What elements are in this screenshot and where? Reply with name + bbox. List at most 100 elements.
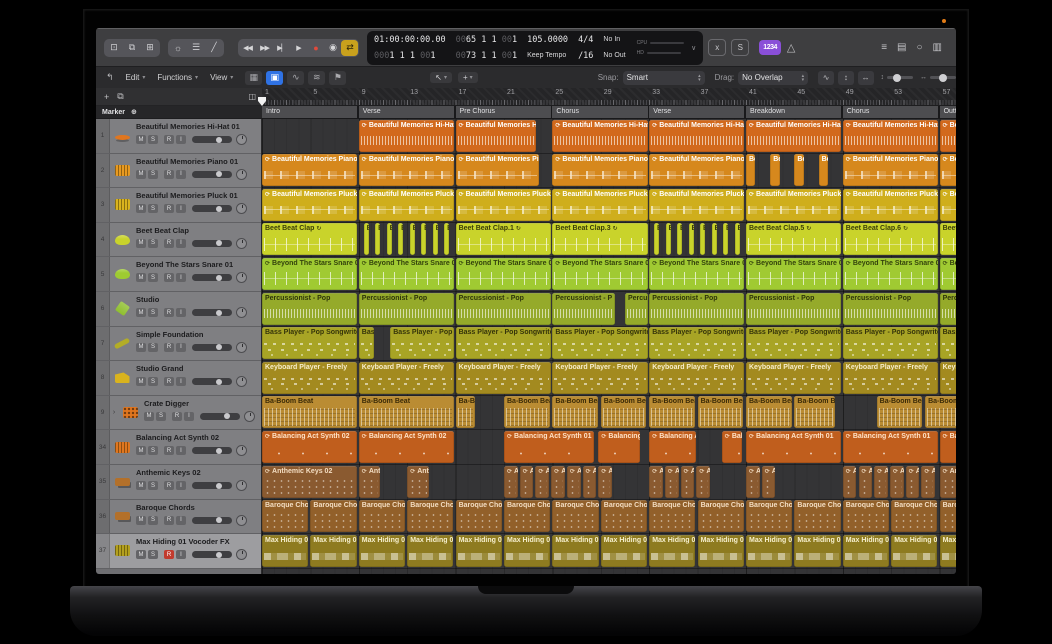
region[interactable]: Keyboar	[940, 362, 956, 394]
mute-button[interactable]: M	[136, 308, 146, 317]
section-marker[interactable]: Chorus	[552, 106, 647, 118]
region[interactable]: ⟳Beautiful Memories Piano 01.1	[359, 154, 454, 186]
play-button[interactable]: ▶	[290, 40, 307, 56]
region[interactable]: Max Hiding 01 V	[359, 535, 405, 567]
region[interactable]: Bass Player - Pop Songwriter	[649, 327, 744, 359]
volume-slider[interactable]	[192, 309, 232, 316]
horizontal-zoom-slider[interactable]: ↔	[920, 74, 956, 81]
add-track-button[interactable]: +	[104, 92, 109, 102]
track-name[interactable]: Beautiful Memories Hi-Hat 01	[136, 122, 259, 131]
record-enable-button[interactable]: R	[164, 308, 174, 317]
pan-knob[interactable]	[236, 445, 247, 456]
volume-slider[interactable]	[192, 274, 232, 281]
region[interactable]: Ba-Boom Beat	[601, 396, 647, 428]
record-enable-button[interactable]: R	[164, 273, 174, 282]
track-name[interactable]: Studio	[136, 295, 259, 304]
region[interactable]: Percussionist - Pop	[746, 293, 841, 325]
region[interactable]: B	[723, 223, 728, 255]
track-header[interactable]: 5Beyond The Stars Snare 01MSRI	[96, 257, 262, 292]
region[interactable]: B	[654, 223, 659, 255]
region[interactable]: ⟳Beautiful Memories Pluck 02	[456, 189, 551, 221]
region[interactable]: Baroque Chords	[794, 500, 840, 532]
region[interactable]: ⟳Beautiful Memories Piano 02	[552, 154, 647, 186]
region[interactable]: Max Hiding 01 V	[310, 535, 356, 567]
solo-button[interactable]: S	[148, 446, 158, 455]
region[interactable]: Baroque Chords	[504, 500, 550, 532]
region[interactable]: ⟳Beautiful Memories Pluck 02.3	[746, 189, 841, 221]
region[interactable]: Ba-Boom Beat	[649, 396, 695, 428]
region[interactable]: Ba-Boom Beat	[359, 396, 454, 428]
region[interactable]: Baroque Chords	[843, 500, 889, 532]
flex-icon[interactable]: ≋	[308, 71, 325, 85]
pan-knob[interactable]	[236, 203, 247, 214]
region[interactable]: ⟳Anthe	[696, 466, 710, 498]
region[interactable]: Max Hiding 01 V	[456, 535, 502, 567]
vertical-auto-zoom-button[interactable]: ↕	[838, 71, 854, 85]
volume-slider[interactable]	[192, 447, 232, 454]
pan-knob[interactable]	[236, 134, 247, 145]
mute-button[interactable]: M	[136, 516, 146, 525]
track-header[interactable]: 7Simple FoundationMSRI	[96, 327, 262, 362]
region[interactable]: Ba-Boom Beat	[794, 396, 835, 428]
region[interactable]: B	[689, 223, 694, 255]
region[interactable]: Beet Beat Clap↻	[262, 223, 357, 255]
region[interactable]: Ba-Boom B	[925, 396, 956, 428]
track-header[interactable]: 1Beautiful Memories Hi-Hat 01MSRI	[96, 119, 262, 154]
region[interactable]: ⟳Anthe	[762, 466, 776, 498]
mute-button[interactable]: M	[136, 239, 146, 248]
region[interactable]: Max Hiding 01 V	[891, 535, 937, 567]
region[interactable]: ⟳Anthe	[874, 466, 888, 498]
section-marker[interactable]: Chorus	[843, 106, 938, 118]
cycle-button[interactable]: ⇄	[341, 40, 358, 56]
region[interactable]: Baroque Chords	[262, 500, 308, 532]
capture-record-button[interactable]: ◉	[324, 40, 341, 56]
region[interactable]: Max Hiding 01 V	[843, 535, 889, 567]
region[interactable]: B	[666, 223, 671, 255]
track-header[interactable]: 4Beet Beat ClapMSRI	[96, 223, 262, 258]
region[interactable]: ⟳Anthe	[520, 466, 534, 498]
region[interactable]: ⟳Anthe	[906, 466, 920, 498]
section-marker[interactable]: Pre Chorus	[456, 106, 551, 118]
record-enable-button[interactable]: R	[164, 135, 174, 144]
region[interactable]: ⟳Beautiful Memories Pluck 02.2	[649, 189, 744, 221]
duplicate-track-button[interactable]: ⧉	[117, 91, 123, 102]
pointer-tool-menu[interactable]: ↖▾	[430, 72, 452, 83]
mute-button[interactable]: M	[136, 377, 146, 386]
volume-slider[interactable]	[192, 205, 232, 212]
region[interactable]: Baroque Chords	[601, 500, 647, 532]
volume-slider[interactable]	[192, 482, 232, 489]
mute-button[interactable]: M	[136, 481, 146, 490]
input-monitor-button[interactable]: I	[176, 446, 186, 455]
track-header[interactable]: 3Beautiful Memories Pluck 01MSRI	[96, 188, 262, 223]
region[interactable]: ⟳Beautiful Memories Pluck 01	[262, 189, 357, 221]
region[interactable]: Bass Pla	[940, 327, 956, 359]
solo-button[interactable]: S	[148, 308, 158, 317]
region[interactable]: ⟳Balancing	[598, 431, 640, 463]
region[interactable]: Baroque Chords	[456, 500, 502, 532]
region[interactable]: Keyboard Player - Freely	[552, 362, 647, 394]
track-header[interactable]: 2Beautiful Memories Piano 01MSRI	[96, 154, 262, 189]
region[interactable]: Max Hiding 01 V	[601, 535, 647, 567]
region[interactable]: ⟳Beautiful Memories Pluck 01.1	[359, 189, 454, 221]
volume-slider[interactable]	[192, 136, 232, 143]
section-marker[interactable]: Verse	[359, 106, 454, 118]
region[interactable]: ⟳Beautiful Memories Piano 01.2	[843, 154, 938, 186]
mute-button[interactable]: M	[136, 550, 146, 559]
track-name[interactable]: Simple Foundation	[136, 330, 259, 339]
region[interactable]: ⟳Anthe	[681, 466, 695, 498]
region[interactable]: Beet Beat Clap.5↻	[746, 223, 841, 255]
region[interactable]: ⟳Beyond The Stars Snare 01.1	[359, 258, 454, 290]
region[interactable]: Baroque Chords	[891, 500, 937, 532]
region[interactable]: ⟳Beautiful Memories Hi-Hat 03.1	[359, 120, 454, 152]
region[interactable]: ⟳Anthe	[551, 466, 565, 498]
lcd-display[interactable]: 01:00:00:00.000001 1 1 0010065 1 1 00100…	[367, 31, 703, 65]
region[interactable]: ⟳Beautiful Memories Hi-Hat 0	[456, 120, 537, 152]
region[interactable]: ⟳Balancing Act Synth 02	[359, 431, 454, 463]
region[interactable]: Baroque Chords	[746, 500, 792, 532]
record-enable-button[interactable]: R	[164, 446, 174, 455]
track-header[interactable]: 34Balancing Act Synth 02MSRI	[96, 430, 262, 465]
region[interactable]: Keyboard Player - Freely	[746, 362, 841, 394]
region[interactable]: ⟳Beyond The Stars Snare 02.2	[649, 258, 744, 290]
region[interactable]: Ba-Boom Beat	[746, 396, 792, 428]
track-name[interactable]: Beyond The Stars Snare 01	[136, 260, 259, 269]
